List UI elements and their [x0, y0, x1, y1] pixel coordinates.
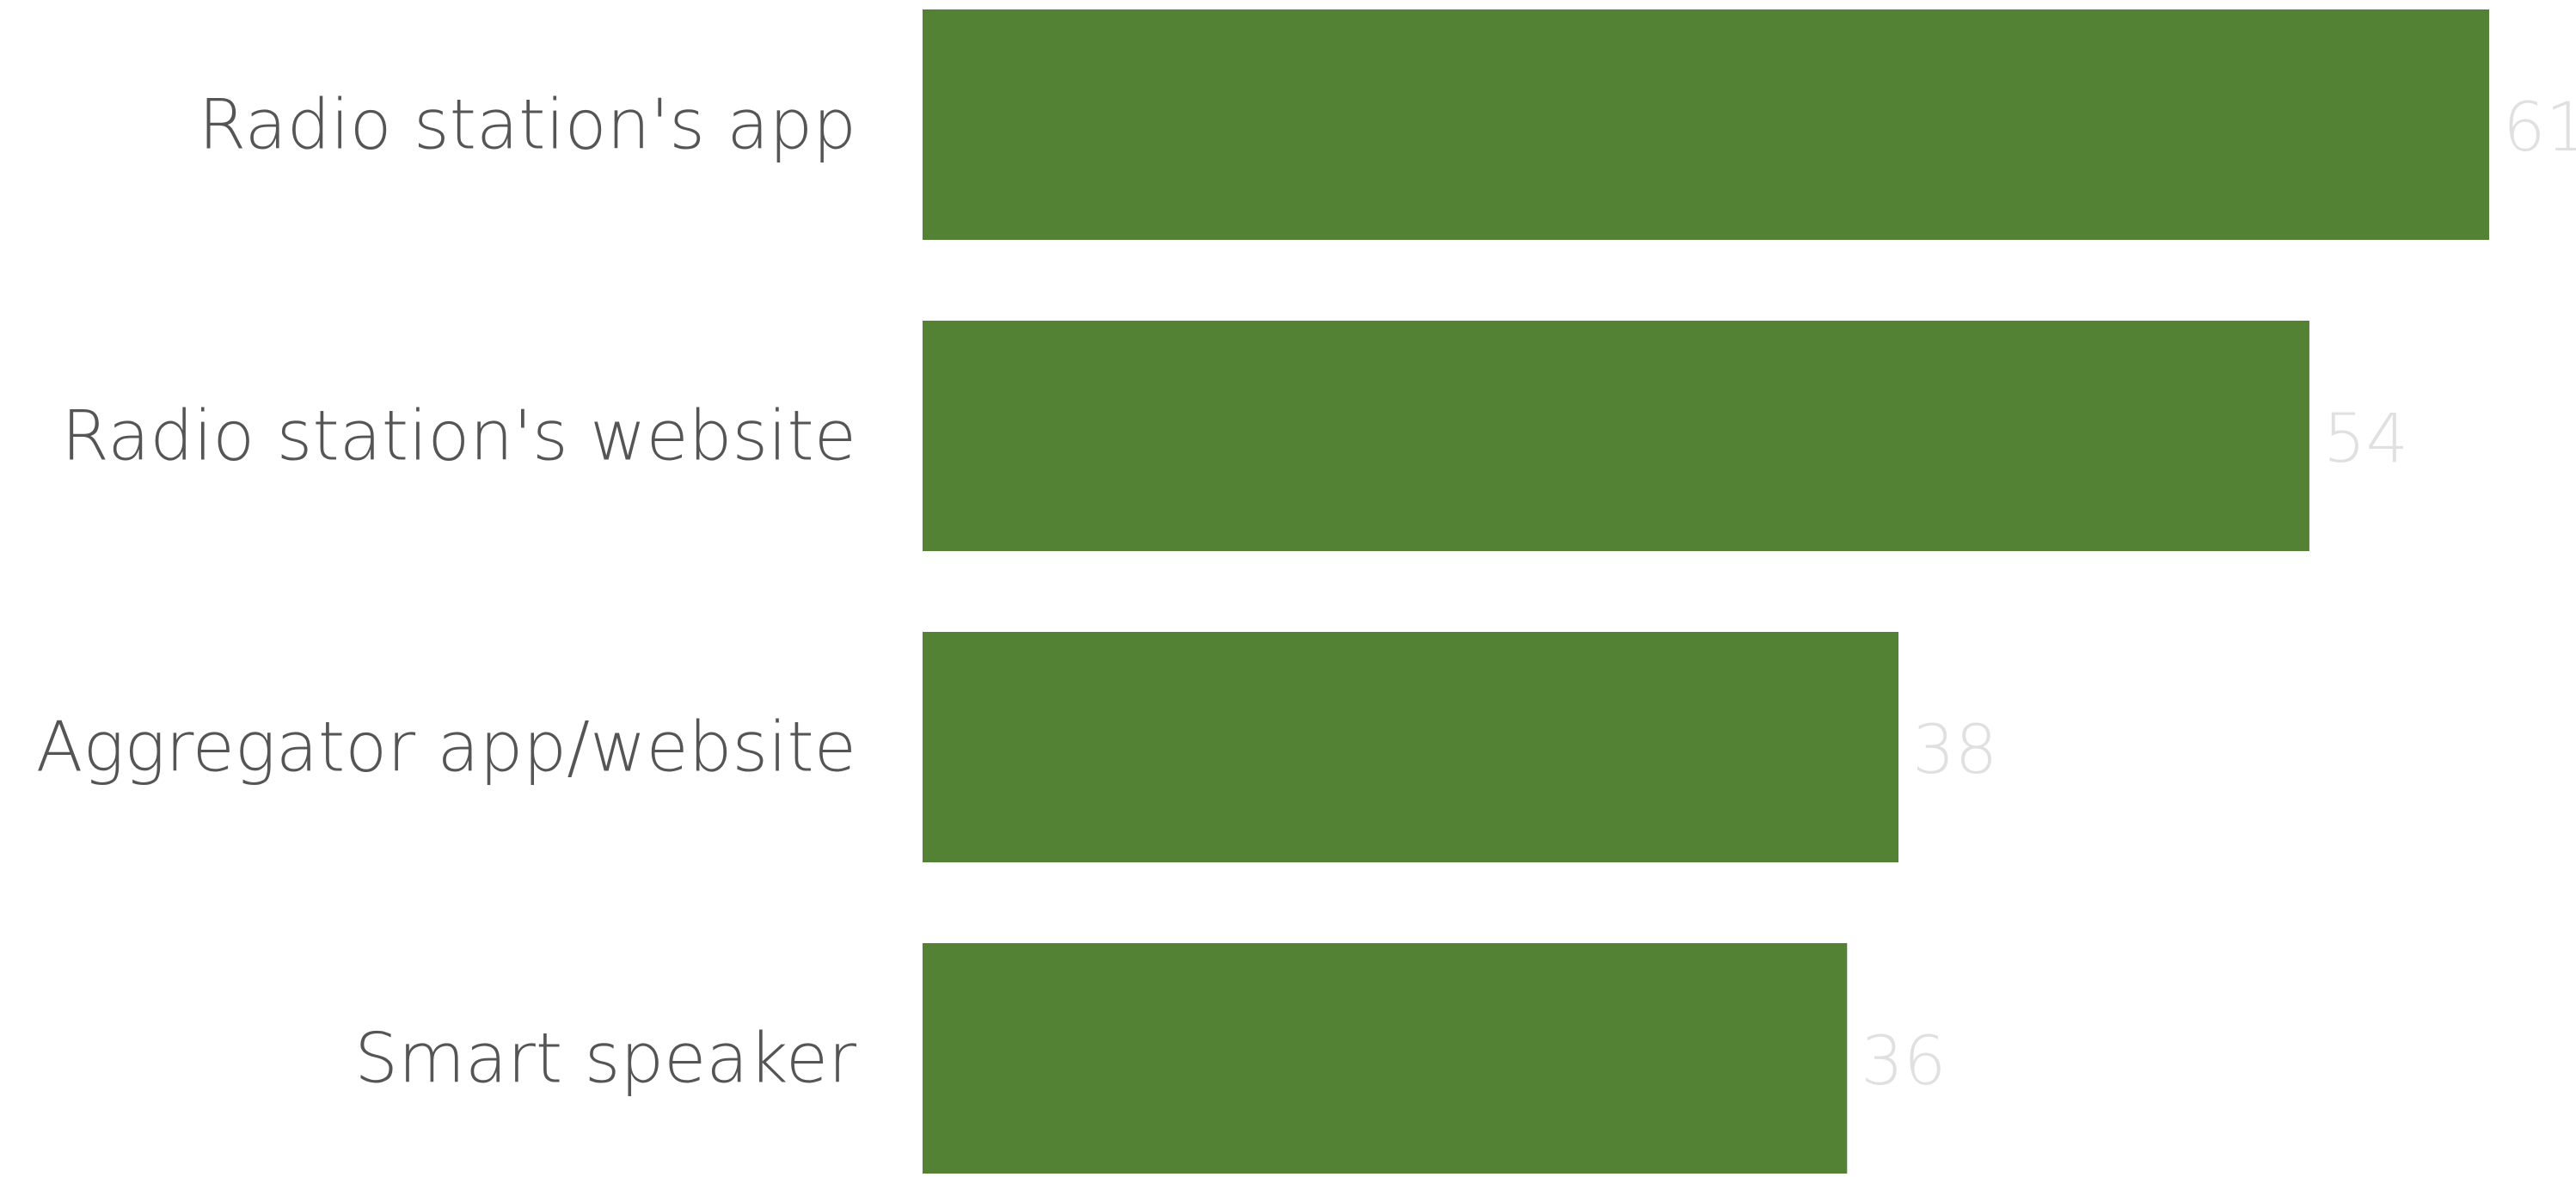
bar [923, 943, 1848, 1174]
value-labels: 61 54 38 36 [1861, 89, 2576, 1100]
category-label: Smart speaker [354, 1019, 856, 1099]
bar [923, 321, 2309, 551]
value-label: 54 [2323, 401, 2408, 478]
category-label: Radio station's app [199, 85, 856, 165]
bar [923, 632, 1899, 862]
bar-chart: Radio station's app Radio station's websi… [36, 9, 2576, 1174]
value-label: 36 [1861, 1023, 1946, 1100]
category-label: Aggregator app/website [36, 708, 856, 788]
bars-group [923, 9, 2489, 1174]
category-label: Radio station's website [61, 396, 856, 476]
bar [923, 9, 2489, 240]
category-labels: Radio station's app Radio station's websi… [36, 85, 856, 1099]
value-label: 38 [1912, 712, 1997, 789]
value-label: 61 [2503, 89, 2576, 167]
